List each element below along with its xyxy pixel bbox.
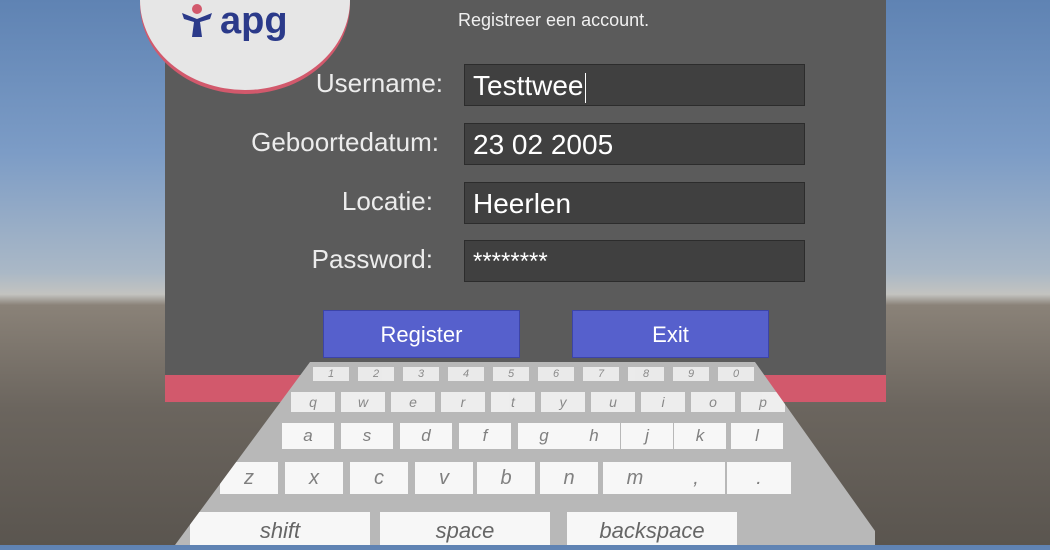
key-p[interactable]: p [741, 392, 785, 412]
text-caret [584, 72, 586, 103]
key-comma[interactable]: , [667, 462, 725, 494]
key-s[interactable]: s [341, 423, 393, 449]
key-y[interactable]: y [541, 392, 585, 412]
key-t[interactable]: t [491, 392, 535, 412]
key-k[interactable]: k [674, 423, 726, 449]
key-8[interactable]: 8 [628, 367, 664, 381]
key-2[interactable]: 2 [358, 367, 394, 381]
key-period[interactable]: . [727, 462, 791, 494]
key-b[interactable]: b [477, 462, 535, 494]
birthdate-value: 23 02 2005 [473, 129, 614, 160]
key-g[interactable]: g [518, 423, 570, 449]
password-value: ******** [473, 248, 548, 275]
key-x[interactable]: x [285, 462, 343, 494]
key-o[interactable]: o [691, 392, 735, 412]
key-j[interactable]: j [621, 423, 673, 449]
logo-text: apg [220, 0, 288, 42]
exit-button[interactable]: Exit [572, 310, 769, 358]
birthdate-field[interactable]: 23 02 2005 [464, 123, 805, 165]
key-3[interactable]: 3 [403, 367, 439, 381]
location-value: Heerlen [473, 188, 572, 219]
password-label: Password: [311, 244, 433, 274]
key-n[interactable]: n [540, 462, 598, 494]
location-field[interactable]: Heerlen [464, 182, 805, 224]
key-7[interactable]: 7 [583, 367, 619, 381]
key-space[interactable]: space [380, 512, 550, 545]
key-w[interactable]: w [341, 392, 385, 412]
key-h[interactable]: h [568, 423, 620, 449]
key-q[interactable]: q [291, 392, 335, 412]
key-r[interactable]: r [441, 392, 485, 412]
username-value: Testtwee [473, 70, 584, 101]
key-4[interactable]: 4 [448, 367, 484, 381]
password-field[interactable]: ******** [464, 240, 805, 282]
key-9[interactable]: 9 [673, 367, 709, 381]
location-label: Locatie: [341, 186, 433, 216]
key-6[interactable]: 6 [538, 367, 574, 381]
key-backspace[interactable]: backspace [567, 512, 737, 545]
key-1[interactable]: 1 [313, 367, 349, 381]
key-5[interactable]: 5 [493, 367, 529, 381]
key-d[interactable]: d [400, 423, 452, 449]
key-z[interactable]: z [220, 462, 278, 494]
birthdate-label: Geboortedatum: [251, 127, 439, 157]
key-0[interactable]: 0 [718, 367, 754, 381]
key-e[interactable]: e [391, 392, 435, 412]
apg-figure-icon [182, 4, 212, 37]
form-subtitle: Registreer een account. [458, 10, 650, 30]
key-a[interactable]: a [282, 423, 334, 449]
key-c[interactable]: c [350, 462, 408, 494]
key-f[interactable]: f [459, 423, 511, 449]
key-i[interactable]: i [641, 392, 685, 412]
key-u[interactable]: u [591, 392, 635, 412]
key-shift[interactable]: shift [190, 512, 370, 545]
key-v[interactable]: v [415, 462, 473, 494]
username-field[interactable]: Testtwee [464, 64, 805, 106]
register-button[interactable]: Register [323, 310, 520, 358]
username-label: Username: [315, 68, 443, 98]
key-m[interactable]: m [603, 462, 667, 494]
key-l[interactable]: l [731, 423, 783, 449]
